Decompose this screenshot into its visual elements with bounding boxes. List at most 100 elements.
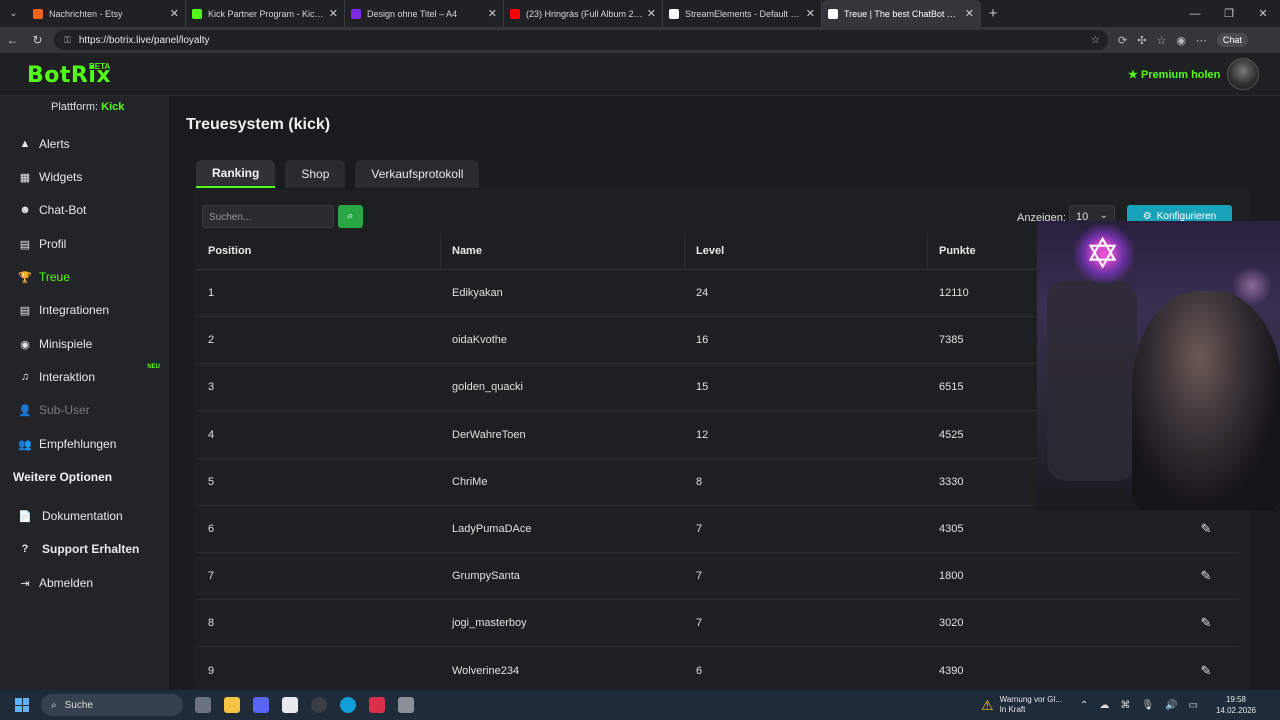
restore-icon[interactable]: ❐: [1212, 0, 1246, 27]
sidebar-item-sub-user[interactable]: 👤 Sub-User: [17, 403, 162, 417]
tab-shop[interactable]: Shop: [285, 160, 346, 188]
favorites-icon[interactable]: ☆: [1156, 34, 1166, 47]
discord-icon[interactable]: [253, 697, 269, 713]
server-icon: ▤: [19, 304, 31, 317]
minimize-icon[interactable]: —: [1178, 0, 1212, 27]
url-text: https://botrix.live/panel/loyalty: [78, 34, 210, 46]
cell-name: GrumpySanta: [452, 570, 520, 583]
file-explorer-icon[interactable]: [224, 697, 240, 713]
taskbar-search[interactable]: ⌕ Suche: [41, 694, 183, 716]
app-header: BotRix BETA ★ Premium holen: [0, 53, 1280, 96]
edit-pencil-icon[interactable]: ✎: [1201, 615, 1212, 631]
extensions-puzzle-icon[interactable]: ✣: [1137, 34, 1146, 47]
site-info-icon[interactable]: ⚿: [64, 35, 71, 46]
tab-title: Nachrichten - Etsy: [49, 8, 123, 19]
close-tab-icon[interactable]: ✕: [806, 7, 815, 20]
cell-level: 7: [696, 617, 703, 630]
tray-chevron-icon[interactable]: ⌃: [1080, 700, 1088, 711]
weather-warning[interactable]: ⚠ Warnung vor Gl... In Kraft: [981, 695, 1062, 715]
edit-pencil-icon[interactable]: ✎: [1201, 521, 1212, 537]
cell-level: 8: [696, 475, 703, 488]
browser-tab[interactable]: Kick Partner Program - Kick Dashbo ✕: [186, 0, 345, 27]
close-window-icon[interactable]: ✕: [1246, 0, 1280, 27]
address-bar[interactable]: ⚿ https://botrix.live/panel/loyalty ☆: [54, 30, 1108, 50]
reload-icon[interactable]: ↻: [25, 33, 50, 47]
bot-app-icon[interactable]: [398, 697, 414, 713]
id-card-icon: ▤: [19, 238, 31, 251]
cell-name: golden_quacki: [452, 381, 523, 394]
browser-tab[interactable]: Treue | The best ChatBot and Widg ✕: [822, 0, 981, 27]
more-menu-icon[interactable]: ⋯: [1196, 34, 1207, 47]
person-icon: 👤: [18, 404, 32, 417]
premium-label: Premium holen: [1140, 69, 1221, 81]
clock[interactable]: 19:58 14.02.2026: [1216, 694, 1256, 716]
sidebar-extra-support-erhalten[interactable]: ? Support Erhalten: [17, 542, 162, 556]
edit-pencil-icon[interactable]: ✎: [1201, 568, 1212, 584]
sidebar-item-minispiele[interactable]: ◉ Minispiele: [17, 337, 162, 351]
question-icon: ?: [21, 543, 29, 555]
sidebar-item-profil[interactable]: ▤ Profil: [17, 237, 162, 251]
browser-tab[interactable]: Nachrichten - Etsy ✕: [27, 0, 186, 27]
cell-name: jogi_masterboy: [452, 617, 527, 630]
profile-icon[interactable]: ◉: [1176, 34, 1186, 47]
cell-level: 12: [696, 428, 709, 441]
tab-ranking[interactable]: Ranking: [196, 160, 276, 188]
edge-icon[interactable]: [340, 697, 356, 713]
sidebar-item-treue[interactable]: 🏆 Treue: [17, 270, 162, 284]
network-icon[interactable]: ⌘: [1120, 700, 1130, 711]
sidebar-item-chat-bot[interactable]: ☻ Chat-Bot: [17, 203, 162, 217]
search-input[interactable]: Suchen...: [202, 205, 334, 228]
tab-favicon-icon: [510, 8, 520, 19]
close-tab-icon[interactable]: ✕: [488, 7, 497, 20]
browser-tab[interactable]: Design ohne Titel – A4 ✕: [345, 0, 504, 27]
extension-icon[interactable]: ⟳: [1118, 34, 1127, 47]
tab-title: Design ohne Titel – A4: [367, 8, 458, 19]
microphone-icon[interactable]: 🎙: [1141, 700, 1154, 711]
user-avatar[interactable]: [1227, 58, 1259, 90]
sidebar-item-label: Sub-User: [39, 403, 90, 417]
windows-start-icon[interactable]: [15, 698, 29, 712]
premium-button[interactable]: ★ Premium holen: [1128, 68, 1220, 81]
sidebar-item-integrationen[interactable]: ▤ Integrationen: [17, 303, 162, 317]
cell-position: 8: [208, 617, 215, 630]
volume-icon[interactable]: 🔊: [1165, 700, 1177, 711]
tab-verkaufsprotokoll[interactable]: Verkaufsprotokoll: [355, 160, 480, 188]
copilot-chat-button[interactable]: Chat: [1216, 33, 1248, 47]
task-view-icon[interactable]: [195, 697, 211, 713]
sidebar-item-interaktion[interactable]: ♫ Interaktion NEU: [17, 364, 162, 384]
sidebar-extra-dokumentation[interactable]: 📄 Dokumentation: [17, 509, 162, 523]
cell-points: 3020: [939, 617, 964, 630]
browser-tab[interactable]: StreamElements - Default comman ✕: [663, 0, 822, 27]
close-tab-icon[interactable]: ✕: [647, 7, 656, 20]
sidebar-item-alerts[interactable]: ▲ Alerts: [17, 137, 162, 151]
app-icon[interactable]: [282, 697, 298, 713]
search-button[interactable]: ⌕: [338, 205, 363, 228]
col-position[interactable]: Position: [197, 233, 441, 269]
warning-title: Warnung vor Gl...: [999, 695, 1062, 704]
cell-level: 15: [696, 381, 709, 394]
col-name[interactable]: Name: [441, 233, 685, 269]
battery-icon[interactable]: ▭: [1189, 700, 1198, 711]
edit-pencil-icon[interactable]: ✎: [1201, 663, 1212, 679]
close-tab-icon[interactable]: ✕: [965, 7, 974, 20]
col-level[interactable]: Level: [685, 233, 928, 269]
tray-app-icon[interactable]: ☁: [1099, 700, 1109, 711]
sidebar-item-empfehlungen[interactable]: 👥 Empfehlungen: [17, 437, 162, 451]
cell-level: 7: [696, 523, 703, 535]
new-tab-button[interactable]: +: [981, 0, 1005, 27]
tab-favicon-icon: [828, 8, 838, 19]
close-tab-icon[interactable]: ✕: [170, 7, 179, 20]
bookmark-star-icon[interactable]: ☆: [1091, 35, 1100, 46]
browser-tab[interactable]: (23) Hringrás (Full Album 2019) ✕: [504, 0, 663, 27]
back-icon[interactable]: ←: [0, 33, 25, 47]
sidebar-extra-abmelden[interactable]: ⇥ Abmelden: [17, 576, 162, 590]
map-pin-icon[interactable]: [369, 697, 385, 713]
sidebar-item-widgets[interactable]: ▦ Widgets: [17, 170, 162, 184]
obs-icon[interactable]: [311, 697, 327, 713]
close-tab-icon[interactable]: ✕: [329, 7, 338, 20]
copilot-chat-label: Chat: [1222, 35, 1242, 45]
tab-list-chevron-icon[interactable]: ⌄: [0, 0, 27, 27]
page-title: Treuesystem (kick): [186, 116, 331, 133]
cell-points: 4305: [939, 523, 964, 535]
cell-points: 4390: [939, 664, 964, 677]
